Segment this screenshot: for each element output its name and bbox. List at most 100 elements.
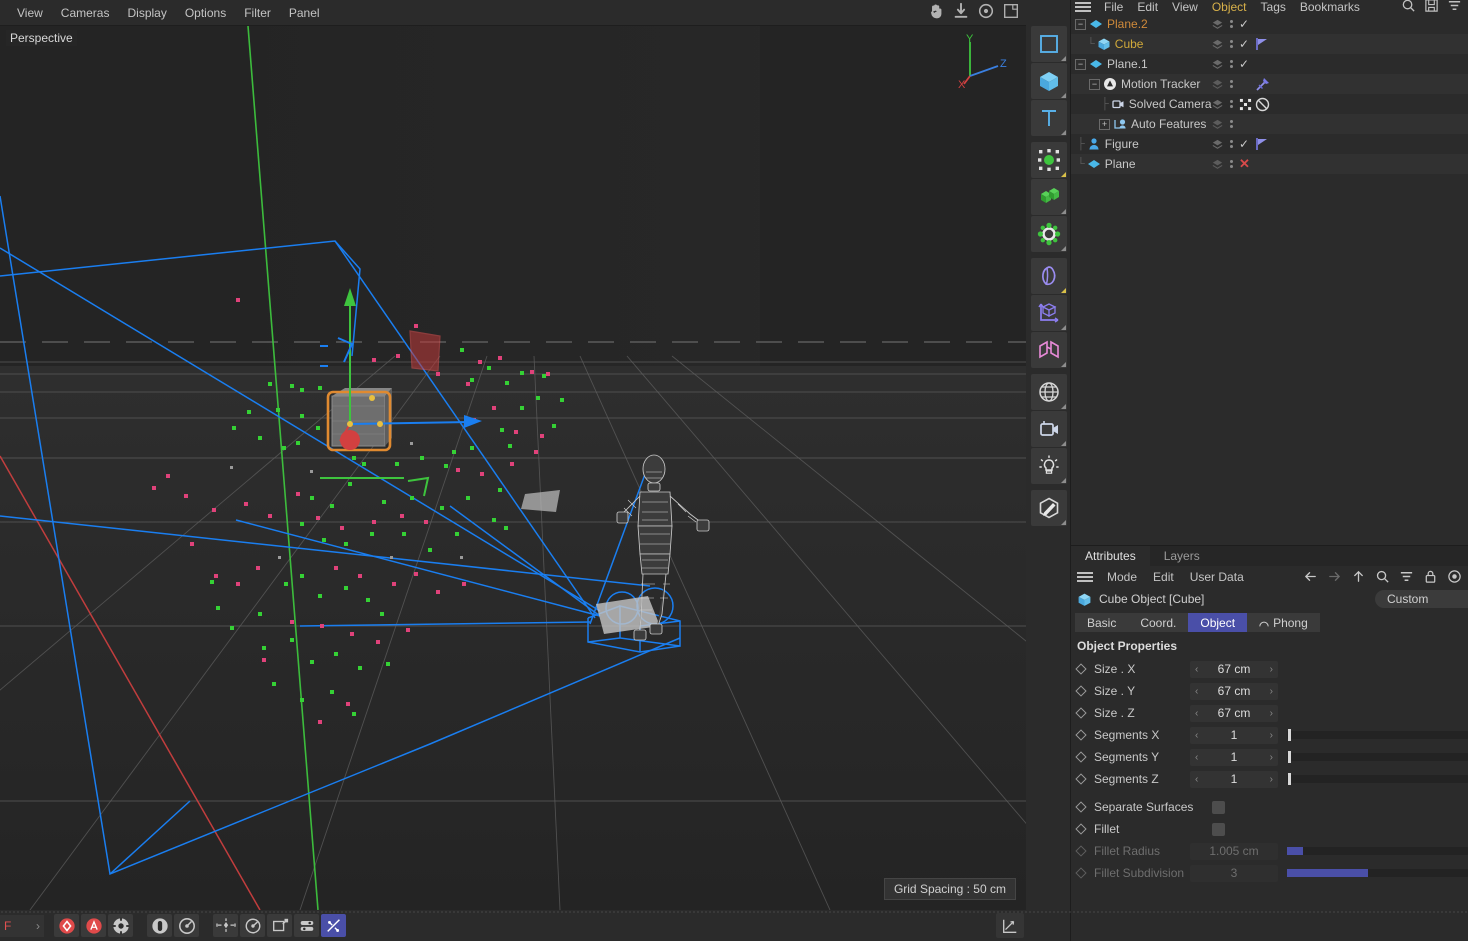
segments-z-field[interactable]: ‹ 1 › <box>1190 771 1278 788</box>
layer-tag-icon[interactable] <box>1211 138 1224 151</box>
camera-icon[interactable] <box>1031 411 1067 447</box>
material-edit-icon[interactable] <box>1031 490 1067 526</box>
segments-z-slider[interactable] <box>1287 775 1468 783</box>
viewport-menu-cameras[interactable]: Cameras <box>52 3 119 23</box>
hamburger-icon[interactable] <box>1077 572 1093 582</box>
environment-sky-icon[interactable] <box>1031 374 1067 410</box>
up-arrow-icon[interactable] <box>1351 569 1366 584</box>
visibility-dots[interactable] <box>1230 80 1233 88</box>
layer-tag-icon[interactable] <box>1211 18 1224 31</box>
layer-tag-icon[interactable] <box>1211 78 1224 91</box>
viewport-menu-filter[interactable]: Filter <box>235 3 280 23</box>
layer-tag-icon[interactable] <box>1211 158 1224 171</box>
tab-coord[interactable]: Coord. <box>1128 613 1188 632</box>
rotate-icon[interactable] <box>977 2 995 20</box>
live-selection-icon[interactable] <box>1031 26 1067 62</box>
object-row-figure[interactable]: ├ Figure ✓ <box>1071 134 1468 154</box>
tab-layers[interactable]: Layers <box>1150 546 1214 566</box>
spline-pen-icon[interactable] <box>1031 258 1067 294</box>
tab-basic[interactable]: Basic <box>1075 613 1128 632</box>
segments-x-slider[interactable] <box>1287 731 1468 739</box>
deformer-icon[interactable] <box>1031 216 1067 252</box>
search-icon[interactable] <box>1375 569 1390 584</box>
enable-check-icon[interactable]: ✓ <box>1239 137 1249 151</box>
increment-arrow-icon[interactable]: › <box>1270 752 1273 763</box>
size-x-field[interactable]: ‹ 67 cm › <box>1190 661 1278 678</box>
attr-menu-edit[interactable]: Edit <box>1145 570 1182 584</box>
expander-icon[interactable]: − <box>1075 59 1086 70</box>
object-row-auto-features[interactable]: + Auto Features <box>1071 114 1468 134</box>
prohibit-icon[interactable] <box>1255 97 1270 112</box>
save-icon[interactable] <box>1424 0 1439 13</box>
light-icon[interactable] <box>1031 448 1067 484</box>
om-menu-file[interactable]: File <box>1097 0 1130 14</box>
search-icon[interactable] <box>1401 0 1416 13</box>
layer-tag-icon[interactable] <box>1211 118 1224 131</box>
object-row-plane2[interactable]: − Plane.2 ✓ <box>1071 14 1468 34</box>
hamburger-icon[interactable] <box>1075 2 1091 12</box>
visibility-dots[interactable] <box>1230 20 1233 28</box>
key-scale-icon[interactable] <box>267 914 292 937</box>
object-row-plane[interactable]: └ Plane ✕ <box>1071 154 1468 174</box>
target-icon[interactable] <box>1239 98 1252 111</box>
filter-icon[interactable] <box>1399 569 1414 584</box>
object-row-solved-camera[interactable]: ├ Solved Camera <box>1071 94 1468 114</box>
move-icon[interactable] <box>952 2 970 20</box>
keyframe-diamond-icon[interactable] <box>1075 801 1086 812</box>
flag-tag-icon[interactable] <box>1255 137 1269 151</box>
key-pla-icon[interactable] <box>321 914 346 937</box>
filter-icon[interactable] <box>1447 0 1462 13</box>
segments-y-slider[interactable] <box>1287 753 1468 761</box>
keyframe-diamond-icon[interactable] <box>1075 751 1086 762</box>
object-row-motion-tracker[interactable]: − Motion Tracker <box>1071 74 1468 94</box>
keyframe-diamond-icon[interactable] <box>1075 773 1086 784</box>
layer-tag-icon[interactable] <box>1211 38 1224 51</box>
om-menu-object[interactable]: Object <box>1205 0 1254 14</box>
attr-menu-mode[interactable]: Mode <box>1099 570 1145 584</box>
record-keyframe-icon[interactable] <box>54 914 79 937</box>
primitive-cube-icon[interactable] <box>1031 63 1067 99</box>
om-menu-view[interactable]: View <box>1165 0 1205 14</box>
size-y-field[interactable]: ‹ 67 cm › <box>1190 683 1278 700</box>
separate-surfaces-checkbox[interactable] <box>1212 801 1225 814</box>
increment-arrow-icon[interactable]: › <box>1270 664 1273 675</box>
lock-icon[interactable] <box>1423 569 1438 584</box>
key-rotation-icon[interactable] <box>240 914 265 937</box>
point-selection-icon[interactable] <box>1031 142 1067 178</box>
record-icon[interactable] <box>1447 569 1462 584</box>
object-row-cube[interactable]: └ Cube ✓ <box>1071 34 1468 54</box>
preset-dropdown[interactable]: Custom <box>1375 590 1468 608</box>
visibility-dots[interactable] <box>1230 40 1233 48</box>
tab-phong[interactable]: Phong <box>1247 613 1320 632</box>
size-z-field[interactable]: ‹ 67 cm › <box>1190 705 1278 722</box>
subdivision-surface-icon[interactable] <box>1031 332 1067 368</box>
expander-icon[interactable]: − <box>1089 79 1100 90</box>
tab-object[interactable]: Object <box>1188 613 1247 632</box>
autokey-icon[interactable] <box>81 914 106 937</box>
visibility-dots[interactable] <box>1230 60 1233 68</box>
viewport-3d-canvas[interactable]: Perspective <box>0 26 1026 910</box>
forward-arrow-icon[interactable] <box>1327 569 1342 584</box>
fillet-checkbox[interactable] <box>1212 823 1225 836</box>
viewport-menu-view[interactable]: View <box>8 3 52 23</box>
om-menu-edit[interactable]: Edit <box>1130 0 1165 14</box>
enable-check-icon[interactable]: ✓ <box>1239 17 1249 31</box>
viewport-menu-panel[interactable]: Panel <box>280 3 329 23</box>
layer-tag-icon[interactable] <box>1211 98 1224 111</box>
expander-icon[interactable]: − <box>1075 19 1086 30</box>
keyframe-diamond-icon[interactable] <box>1075 729 1086 740</box>
disable-x-icon[interactable]: ✕ <box>1239 156 1250 172</box>
visibility-dots[interactable] <box>1230 120 1233 128</box>
segments-y-field[interactable]: ‹ 1 › <box>1190 749 1278 766</box>
keyframe-diamond-icon[interactable] <box>1075 663 1086 674</box>
increment-arrow-icon[interactable]: › <box>1270 774 1273 785</box>
back-arrow-icon[interactable] <box>1303 569 1318 584</box>
visibility-dots[interactable] <box>1230 140 1233 148</box>
key-position-icon[interactable] <box>213 914 238 937</box>
axis-cube-icon[interactable] <box>1031 295 1067 331</box>
viewport-menu-display[interactable]: Display <box>118 3 175 23</box>
curve-graph-icon[interactable] <box>996 913 1024 938</box>
keyframe-diamond-icon[interactable] <box>1075 685 1086 696</box>
key-param-icon[interactable] <box>294 914 319 937</box>
panel-grip[interactable] <box>0 910 1468 913</box>
